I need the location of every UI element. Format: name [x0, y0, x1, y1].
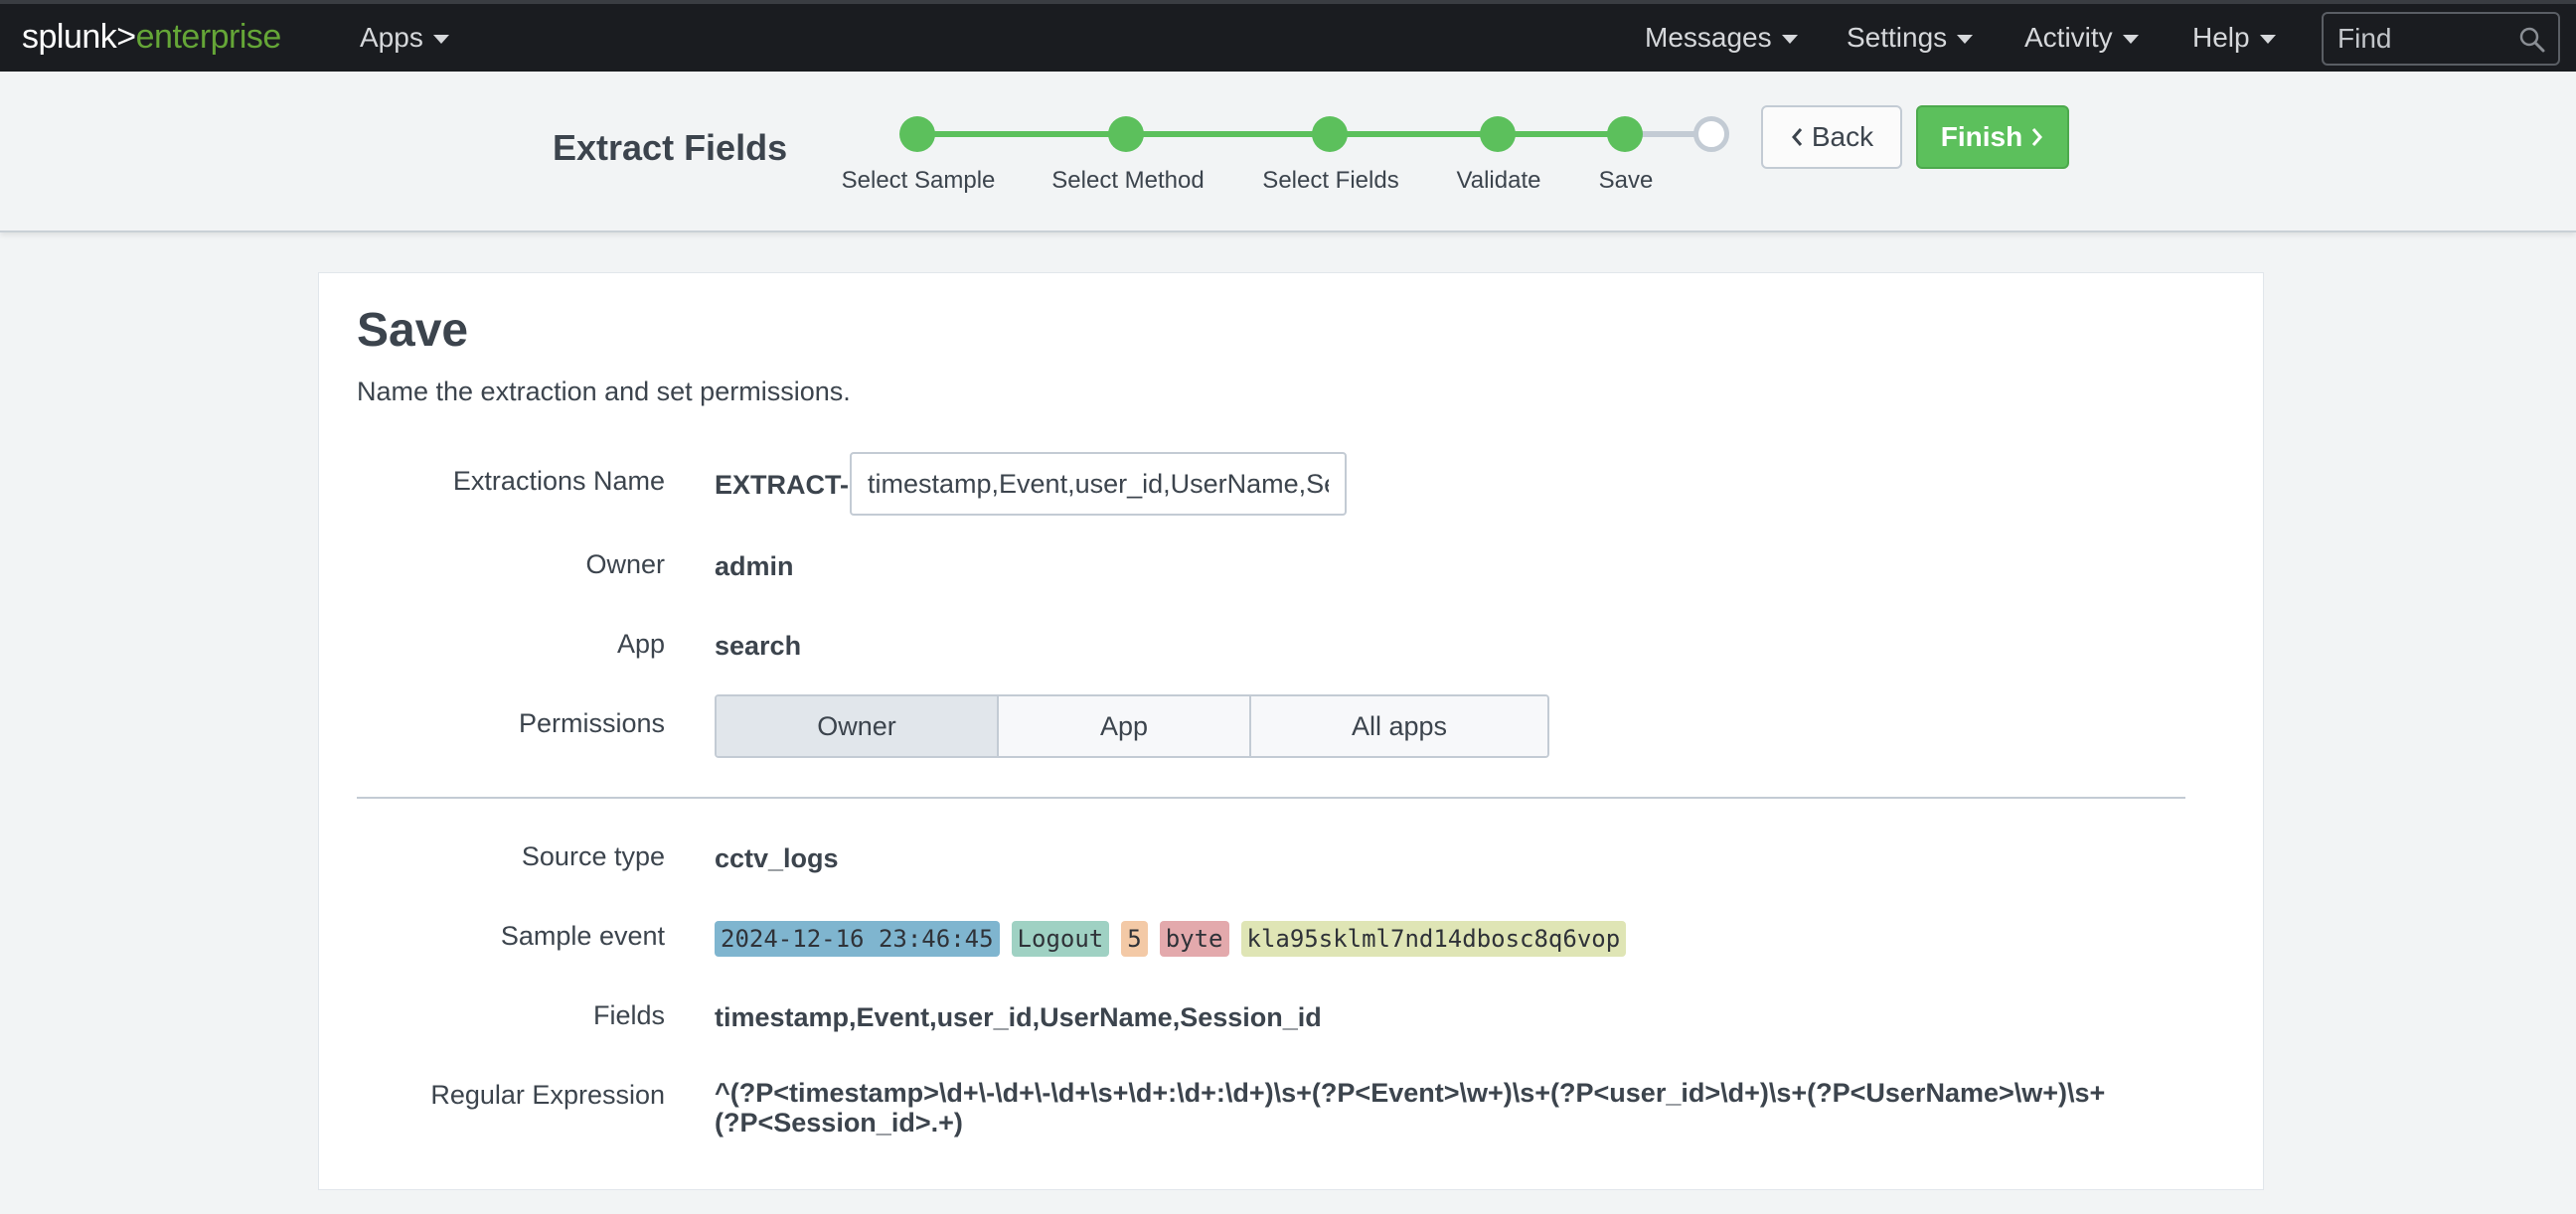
permissions-label: Permissions [518, 708, 665, 738]
nav-activity-label: Activity [2024, 22, 2113, 53]
step-label-save: Save [1598, 167, 1654, 194]
wizard-header: Extract Fields Select Sample Select Meth… [0, 72, 2576, 232]
nav-apps-menu[interactable]: Apps [360, 22, 449, 54]
page-title: Extract Fields [553, 127, 788, 168]
token-event: Logout [1011, 921, 1110, 957]
nav-messages-menu[interactable]: Messages [1645, 22, 1798, 54]
finish-button[interactable]: Finish [1916, 105, 2069, 169]
section-title: Save [357, 304, 469, 357]
logo-enterprise-text: enterprise [135, 18, 282, 56]
sample-event-label: Sample event [500, 921, 665, 951]
source-type-label: Source type [521, 841, 665, 871]
extract-prefix: EXTRACT- [715, 470, 849, 500]
top-nav-bar: splunk>enterprise Apps Messages Settings… [0, 0, 2576, 72]
nav-help-label: Help [2192, 22, 2250, 53]
nav-settings-label: Settings [1847, 22, 1948, 53]
back-button[interactable]: Back [1761, 105, 1902, 169]
caret-down-icon [1957, 34, 1974, 44]
step-label-select-fields: Select Fields [1262, 167, 1399, 194]
step-dot-select-fields [1312, 116, 1348, 152]
extractions-name-label: Extractions Name [452, 466, 665, 496]
save-form-card: Save Name the extraction and set permiss… [318, 272, 2264, 1190]
caret-down-icon [432, 34, 449, 44]
permission-owner-button[interactable]: Owner [717, 696, 999, 756]
caret-down-icon [1781, 34, 1798, 44]
logo-splunk-text: splunk> [22, 18, 136, 56]
owner-value: admin [715, 551, 794, 581]
nav-help-menu[interactable]: Help [2192, 22, 2276, 54]
permission-all-apps-button[interactable]: All apps [1251, 696, 1547, 756]
nav-activity-menu[interactable]: Activity [2024, 22, 2139, 54]
token-timestamp: 2024-12-16 23:46:45 [715, 921, 1000, 957]
step-dot-validate [1480, 116, 1516, 152]
extractions-name-input[interactable] [850, 452, 1347, 516]
token-session-id: kla95sklml7nd14dbosc8q6vop [1240, 921, 1627, 957]
regex-value: ^(?P<timestamp>\d+\-\d+\-\d+\s+\d+:\d+:\… [715, 1078, 2106, 1138]
splunk-logo[interactable]: splunk>enterprise [22, 18, 281, 57]
token-username: byte [1159, 921, 1229, 957]
nav-apps-label: Apps [360, 22, 423, 53]
caret-down-icon [2259, 34, 2276, 44]
step-dot-select-method [1108, 116, 1144, 152]
divider [357, 797, 2185, 799]
back-button-label: Back [1811, 121, 1874, 152]
step-label-select-method: Select Method [1051, 167, 1205, 194]
fields-label: Fields [592, 1000, 665, 1030]
app-label: App [616, 629, 665, 659]
source-type-value: cctv_logs [715, 843, 839, 873]
app-value: search [715, 631, 802, 661]
step-label-select-sample: Select Sample [841, 167, 996, 194]
chevron-right-icon [2032, 128, 2043, 146]
nav-messages-label: Messages [1645, 22, 1772, 53]
regex-label: Regular Expression [430, 1080, 665, 1110]
caret-down-icon [2122, 34, 2139, 44]
nav-settings-menu[interactable]: Settings [1847, 22, 1974, 54]
sample-event-tokens: 2024-12-16 23:46:45 Logout 5 byte kla95s… [715, 921, 1627, 957]
find-box [2322, 12, 2560, 66]
search-icon[interactable] [2518, 26, 2546, 54]
step-dot-select-sample [899, 116, 935, 152]
chevron-left-icon [1791, 128, 1803, 146]
owner-label: Owner [585, 549, 665, 579]
section-subtitle: Name the extraction and set permissions. [357, 377, 851, 406]
fields-value: timestamp,Event,user_id,UserName,Session… [715, 1002, 1322, 1032]
permissions-toggle-group: Owner App All apps [715, 694, 1549, 758]
find-input[interactable] [2337, 23, 2516, 55]
permission-app-button[interactable]: App [999, 696, 1251, 756]
token-user-id: 5 [1121, 921, 1148, 957]
step-dot-final [1693, 116, 1729, 152]
step-dot-save [1607, 116, 1643, 152]
step-label-validate: Validate [1456, 167, 1541, 194]
finish-button-label: Finish [1940, 121, 2023, 152]
